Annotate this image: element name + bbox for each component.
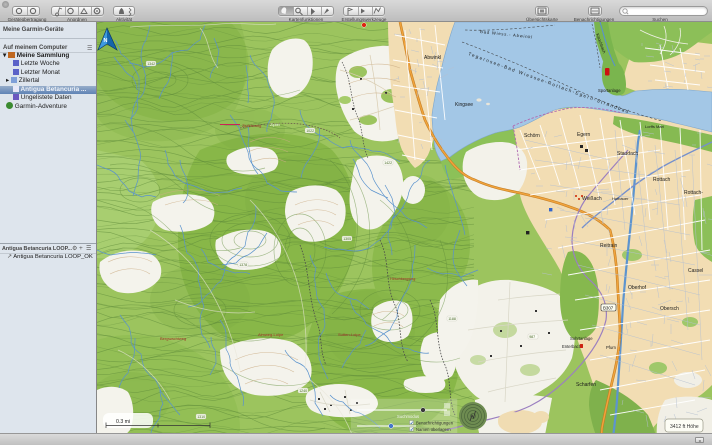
svg-text:Zipfel: Zipfel [270,122,280,127]
svg-text:1022: 1022 [306,129,314,133]
svg-text:Zipfelwang: Zipfelwang [242,123,261,128]
svg-text:Suhrtanlage: Suhrtanlage [570,336,593,341]
svg-text:Staudach: Staudach [617,151,638,157]
svg-text:Lorffs Mari: Lorffs Mari [645,124,664,129]
svg-text:✓: ✓ [410,427,414,432]
svg-text:Rottach: Rottach [653,177,670,183]
svg-text:Hirschbergweg: Hirschbergweg [390,277,415,281]
svg-text:1378: 1378 [239,263,247,267]
svg-text:1240: 1240 [299,389,307,393]
svg-text:Pfurn: Pfurn [606,345,617,350]
svg-text:Reitrain: Reitrain [600,243,617,249]
svg-text:Bergwachtweg: Bergwachtweg [160,336,186,341]
svg-text:1188: 1188 [448,317,456,321]
svg-text:3412 ft Höhe: 3412 ft Höhe [670,424,699,430]
svg-text:Almweg-Loipe: Almweg-Loipe [258,332,284,337]
svg-text:1310: 1310 [197,415,205,419]
svg-text:1422: 1422 [384,161,392,165]
svg-text:Cassel: Cassel [688,268,703,274]
svg-text:Obersch: Obersch [660,306,679,312]
svg-text:Namen überlagern: Namen überlagern [416,427,451,432]
svg-text:Scharfen: Scharfen [576,382,596,388]
svg-text:0.3 mi: 0.3 mi [116,419,130,425]
svg-text:Egern: Egern [577,132,591,138]
svg-text:Schörn: Schörn [524,133,540,139]
svg-text:Weißach: Weißach [582,196,602,202]
svg-text:1305: 1305 [343,237,351,241]
svg-text:Abwinkl: Abwinkl [424,55,441,61]
svg-text:987: 987 [529,335,535,339]
svg-text:Sportanlage: Sportanlage [598,88,621,93]
svg-text:Oberhof: Oberhof [628,285,647,291]
svg-text:Rottach-: Rottach- [684,190,703,196]
svg-text:Hofbauer: Hofbauer [612,196,629,201]
svg-text:Enterbach: Enterbach [562,344,582,349]
svg-text:N: N [104,38,108,44]
svg-text:Kingsee: Kingsee [455,102,473,108]
svg-text:B307: B307 [603,306,614,311]
svg-text:Sutten-Loipe: Sutten-Loipe [338,332,361,337]
svg-text:Benachrichtigungen: Benachrichtigungen [416,421,454,426]
svg-text:✓: ✓ [410,420,414,425]
svg-text:Suchmodus: Suchmodus [397,414,419,419]
svg-text:1342: 1342 [147,62,155,66]
